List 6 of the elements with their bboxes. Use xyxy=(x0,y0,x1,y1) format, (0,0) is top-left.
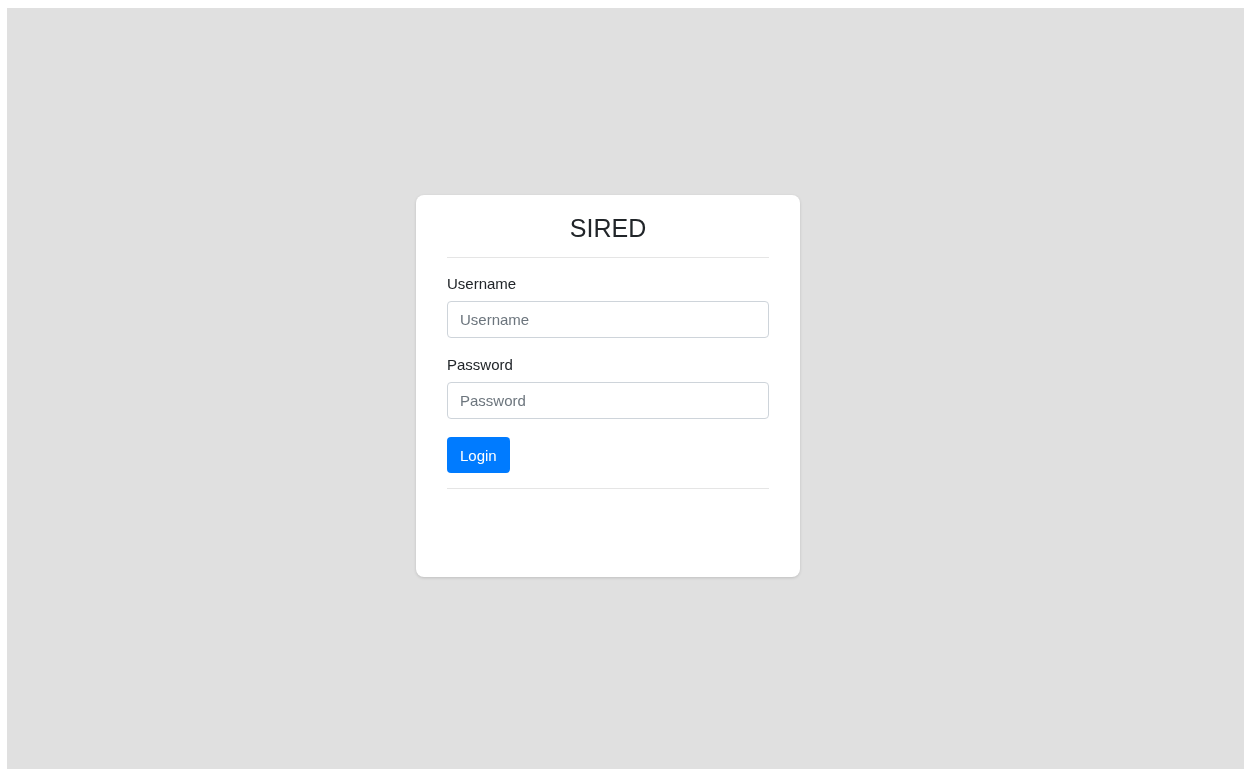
field-label: Password xyxy=(447,356,513,373)
app-title: SIRED xyxy=(568,213,648,244)
field-label: Username xyxy=(447,275,517,292)
input-field[interactable]: Username xyxy=(447,301,769,338)
input-field[interactable]: Password xyxy=(447,382,769,419)
login-button[interactable]: Login xyxy=(447,437,510,473)
